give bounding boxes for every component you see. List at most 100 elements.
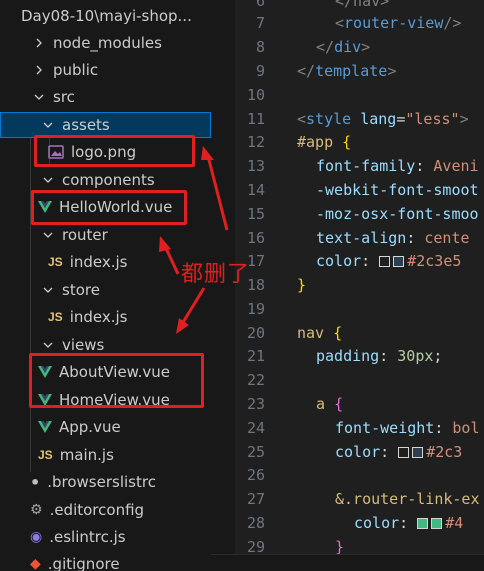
code-token: />: [443, 14, 462, 32]
line-number: 25: [246, 443, 265, 461]
tree-item-label: src: [53, 88, 75, 106]
chevron-down-icon: [42, 284, 54, 296]
code-token: <: [335, 14, 345, 32]
bottom-panel-edge: [211, 554, 484, 571]
code-line-25: color: #2c3: [335, 443, 463, 461]
tree-item-label: App.vue: [59, 418, 121, 436]
code-token: color: [354, 514, 400, 532]
code-token: <: [297, 110, 307, 128]
explorer-root-label: Day08-10\mayi-shop...: [21, 7, 192, 25]
line-number: 21: [246, 347, 265, 365]
git-icon: ◆: [30, 556, 41, 571]
code-line-20: nav {: [297, 324, 342, 342]
explorer-root-folder[interactable]: Day08-10\mayi-shop...: [0, 3, 211, 29]
code-token: text-align: [316, 229, 407, 247]
code-token: #4: [445, 514, 464, 532]
gear-icon: ⚙: [30, 502, 43, 518]
code-line-6: </nav>: [335, 0, 389, 10]
code-token: color: [316, 252, 362, 270]
line-number: 13: [246, 157, 265, 175]
tree-item-label: router: [62, 226, 108, 244]
tree-item-router[interactable]: router: [0, 222, 211, 248]
line-number: 10: [246, 86, 265, 104]
code-line-13: font-family: Aveni: [316, 157, 479, 175]
eslint-icon: ◉: [30, 529, 43, 545]
code-line-23: a {: [316, 395, 343, 413]
annotation-box-views: [29, 353, 204, 408]
tree-item-label: store: [62, 281, 100, 299]
chevron-right-icon: [33, 64, 45, 76]
code-token: {: [342, 133, 352, 151]
line-number: 28: [246, 514, 265, 532]
annotation-text: 都删了: [181, 262, 251, 287]
code-editor[interactable]: </nav> <router-view/> </div> </template>…: [291, 0, 484, 571]
code-token: -webkit-font-smoot: [316, 181, 479, 199]
code-token: {: [334, 395, 344, 413]
tree-item-label: node_modules: [53, 34, 162, 52]
line-number: 15: [246, 205, 265, 223]
color-swatch-icon[interactable]: [417, 518, 429, 529]
code-line-15: -moz-osx-font-smoo: [316, 205, 479, 223]
code-token: bol: [452, 419, 480, 437]
line-number: 19: [246, 300, 265, 318]
line-number: 6: [255, 0, 265, 10]
tree-item-node-modules[interactable]: node_modules: [0, 30, 211, 56]
code-token: -moz-osx-font-smoo: [316, 205, 479, 223]
tree-item-eslintrc-js[interactable]: ◉ .eslintrc.js: [0, 524, 211, 550]
code-line-28: color: #4: [354, 514, 464, 532]
code-line-27: &.router-link-ex: [335, 490, 480, 508]
chevron-down-icon: [42, 229, 54, 241]
code-token: </nav>: [335, 0, 390, 10]
tree-item-label: .editorconfig: [49, 501, 145, 519]
color-swatch-icon[interactable]: [412, 447, 424, 458]
code-line-9: </template>: [297, 62, 396, 80]
color-swatch-icon[interactable]: [379, 256, 391, 267]
chevron-down-icon: [42, 174, 54, 186]
tree-item-public[interactable]: public: [0, 57, 211, 83]
code-line-12: #app {: [297, 133, 351, 151]
code-token: font-weight: [335, 419, 435, 437]
tree-item-main-js[interactable]: JS main.js: [0, 442, 211, 468]
annotation-box-helloworld: [31, 190, 187, 225]
code-line-21: padding: 30px;: [316, 347, 443, 365]
color-swatch-icon[interactable]: [431, 518, 443, 529]
color-swatch-icon[interactable]: [398, 447, 410, 458]
tree-item-router-index-js[interactable]: JS index.js: [0, 249, 211, 275]
code-token: &.router-link-ex: [335, 490, 480, 508]
code-token: #2c3: [426, 443, 463, 461]
code-token: color: [335, 443, 381, 461]
tree-item-gitignore[interactable]: ◆ .gitignore: [0, 551, 211, 571]
tree-item-editorconfig[interactable]: ⚙ .editorconfig: [0, 497, 211, 523]
color-swatch-icon[interactable]: [393, 256, 405, 267]
config-dot-icon: •: [30, 472, 41, 492]
tree-item-label: .browserslistrc: [47, 473, 156, 491]
chevron-down-icon: [33, 91, 45, 103]
tree-item-src[interactable]: src: [0, 84, 211, 110]
line-number: 11: [246, 110, 265, 128]
code-token: font-family: [316, 157, 416, 175]
line-number: 16: [246, 229, 265, 247]
code-token: 30px: [397, 347, 434, 365]
annotation-box-logo: [34, 135, 195, 167]
tree-item-browserslistrc[interactable]: • .browserslistrc: [0, 469, 211, 495]
tree-item-store[interactable]: store: [0, 277, 211, 303]
line-number: 20: [246, 324, 265, 342]
code-token: style: [306, 110, 352, 128]
code-token: #app: [297, 133, 334, 151]
code-token: "less": [405, 110, 460, 128]
code-line-18: }: [297, 276, 306, 294]
code-token: >: [361, 38, 371, 56]
line-number: 26: [246, 466, 265, 484]
code-token: Aveni: [433, 157, 479, 175]
chevron-down-icon: [42, 339, 54, 351]
code-line-24: font-weight: bol: [335, 419, 480, 437]
line-number: 12: [246, 133, 265, 151]
tree-item-label: public: [53, 61, 99, 79]
tree-item-label: components: [62, 171, 155, 189]
chevron-down-icon: [42, 119, 54, 131]
chevron-right-icon: [33, 37, 45, 49]
tree-item-label: assets: [62, 116, 110, 134]
tree-item-app-vue[interactable]: App.vue: [0, 414, 211, 440]
tree-item-store-index-js[interactable]: JS index.js: [0, 304, 211, 330]
tree-item-label: .gitignore: [47, 555, 120, 571]
